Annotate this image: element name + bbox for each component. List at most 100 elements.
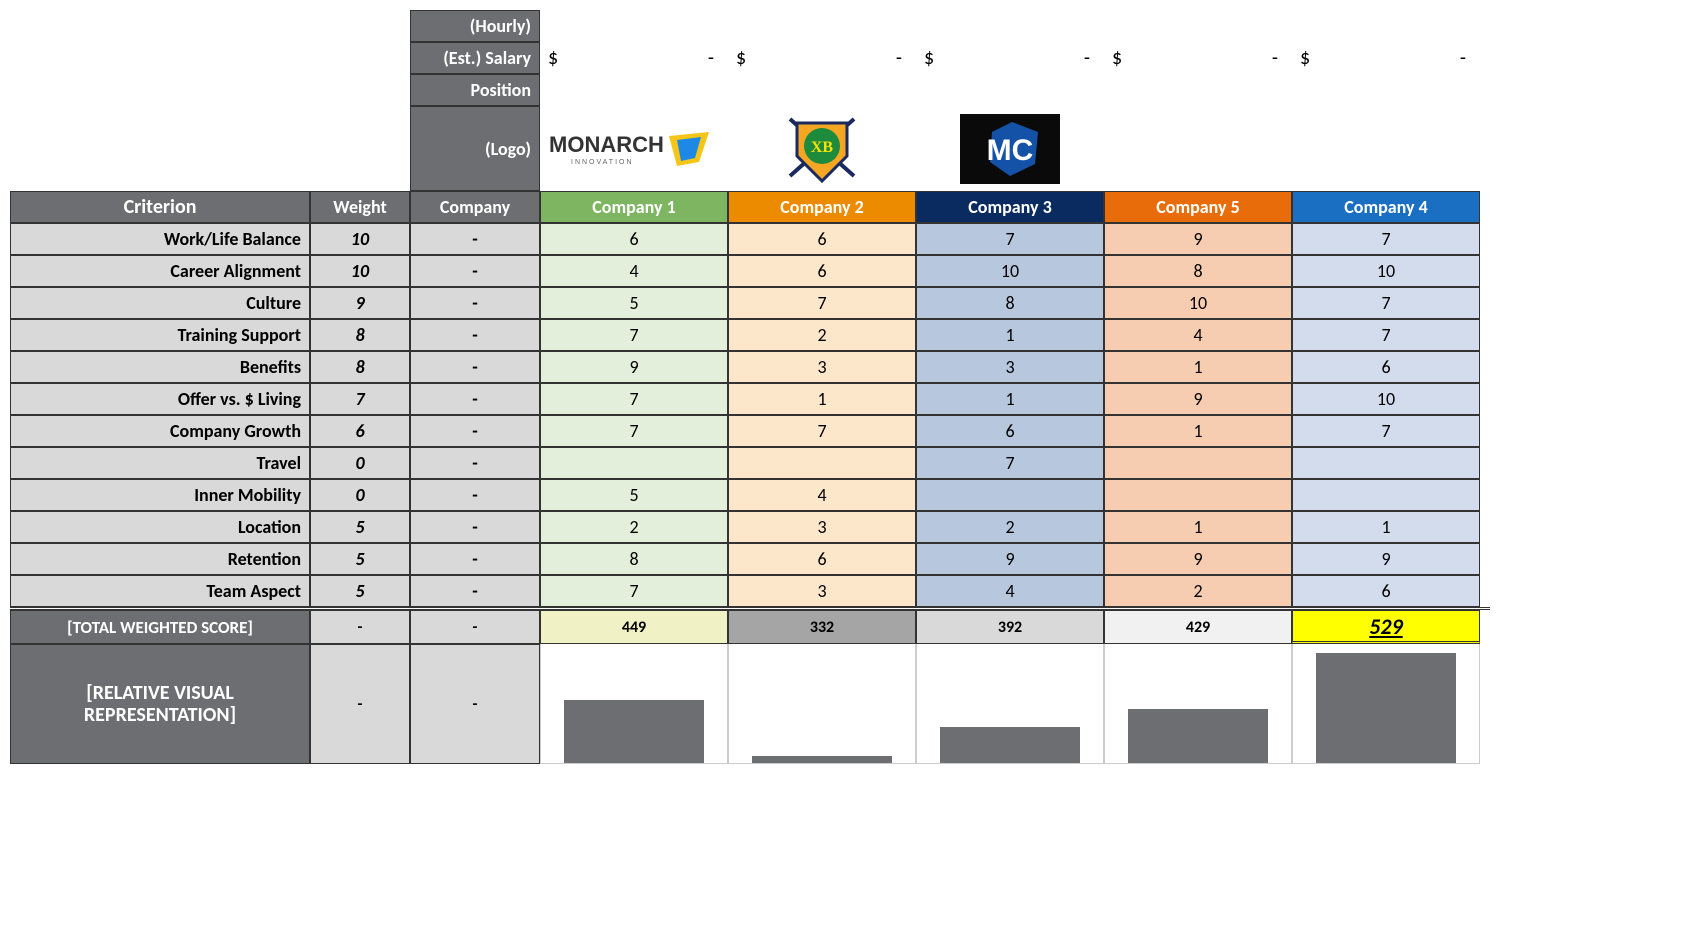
criterion-label: Location [10,511,310,543]
value-cell [1104,447,1292,479]
value-cell: 1 [916,383,1104,415]
value-cell: 3 [728,575,916,607]
value-cell: 6 [728,223,916,255]
value-cell: 7 [1292,319,1480,351]
value-cell: 7 [728,287,916,319]
dash-cell: - [410,319,540,351]
svg-text:XB: XB [811,139,834,156]
value-cell: 7 [540,319,728,351]
hourly-row: (Hourly) [10,10,1490,42]
table-row: Retention5-86999 [10,543,1490,575]
value-cell: 9 [1104,383,1292,415]
value-cell: 1 [1292,511,1480,543]
value-cell: 7 [1292,287,1480,319]
criterion-label: Offer vs. $ Living [10,383,310,415]
company-header: Company [410,191,540,223]
table-row: Benefits8-93316 [10,351,1490,383]
logo-company-3: MC [916,106,1104,191]
value-cell: 2 [1104,575,1292,607]
criterion-label: Travel [10,447,310,479]
weight-cell: 5 [310,575,410,607]
bar-fill-c3 [940,727,1080,763]
value-cell: 2 [540,511,728,543]
value-cell: 6 [728,255,916,287]
criterion-label: Career Alignment [10,255,310,287]
value-cell: 9 [1104,543,1292,575]
company-5-header: Company 5 [1104,191,1292,223]
logo-row: (Logo) MONARCHINNOVATION XB MC [10,106,1490,191]
criterion-label: Team Aspect [10,575,310,607]
dash-cell: - [410,415,540,447]
column-headers: Criterion Weight Company Company 1 Compa… [10,191,1490,223]
position-label: Position [410,74,540,106]
company-4-header: Company 4 [1292,191,1480,223]
salary-c5: $- [1292,42,1480,74]
value-cell: 7 [540,415,728,447]
value-cell: 7 [916,223,1104,255]
value-cell: 6 [728,543,916,575]
weight-cell: 10 [310,223,410,255]
table-row: Offer vs. $ Living7-711910 [10,383,1490,415]
visual-dash-2: - [410,644,540,764]
weight-cell: 0 [310,447,410,479]
totals-row: [TOTAL WEIGHTED SCORE] - - 449 332 392 4… [10,607,1490,644]
value-cell [916,479,1104,511]
score-c2: 332 [728,610,916,644]
weight-cell: 10 [310,255,410,287]
value-cell [1292,447,1480,479]
weight-cell: 8 [310,351,410,383]
visual-label: [RELATIVE VISUAL REPRESENTATION] [10,644,310,764]
bar-c1 [540,644,728,764]
weight-cell: 5 [310,543,410,575]
salary-row: (Est.) Salary $- $- $- $- $- [10,42,1490,74]
salary-c1: $- [540,42,728,74]
dash-cell: - [410,575,540,607]
logo-company-2: XB [728,106,916,191]
value-cell: 10 [916,255,1104,287]
totals-dash-1: - [310,610,410,644]
weight-cell: 0 [310,479,410,511]
bar-c4 [1104,644,1292,764]
criterion-label: Work/Life Balance [10,223,310,255]
value-cell: 8 [916,287,1104,319]
value-cell: 1 [916,319,1104,351]
value-cell [1292,479,1480,511]
value-cell: 10 [1292,255,1480,287]
value-cell: 9 [916,543,1104,575]
bar-fill-c1 [564,700,704,763]
value-cell: 1 [1104,511,1292,543]
weight-cell: 8 [310,319,410,351]
comparison-sheet: (Hourly) (Est.) Salary $- $- $- $- $- Po… [10,10,1490,764]
value-cell: 7 [728,415,916,447]
score-c5: 529 [1292,610,1480,644]
bar-c3 [916,644,1104,764]
dash-cell: - [410,543,540,575]
value-cell: 6 [540,223,728,255]
dash-cell: - [410,479,540,511]
visual-bars-row: [RELATIVE VISUAL REPRESENTATION] - - [10,644,1490,764]
table-row: Inner Mobility0-54 [10,479,1490,511]
logo-company-4 [1104,106,1292,191]
totals-dash-2: - [410,610,540,644]
criterion-label: Training Support [10,319,310,351]
value-cell: 9 [1104,223,1292,255]
dash-cell: - [410,383,540,415]
visual-dash-1: - [310,644,410,764]
hourly-label: (Hourly) [410,10,540,42]
dash-cell: - [410,351,540,383]
value-cell: 9 [540,351,728,383]
logo-label: (Logo) [410,106,540,191]
value-cell [1104,479,1292,511]
dash-cell: - [410,511,540,543]
value-cell: 3 [916,351,1104,383]
weight-cell: 5 [310,511,410,543]
company-3-header: Company 3 [916,191,1104,223]
bar-fill-c5 [1316,653,1456,763]
salary-c3: $- [916,42,1104,74]
svg-text:INNOVATION: INNOVATION [571,159,634,166]
value-cell [540,447,728,479]
table-row: Team Aspect5-73426 [10,575,1490,607]
value-cell: 4 [916,575,1104,607]
value-cell: 1 [1104,351,1292,383]
totals-label: [TOTAL WEIGHTED SCORE] [10,610,310,644]
